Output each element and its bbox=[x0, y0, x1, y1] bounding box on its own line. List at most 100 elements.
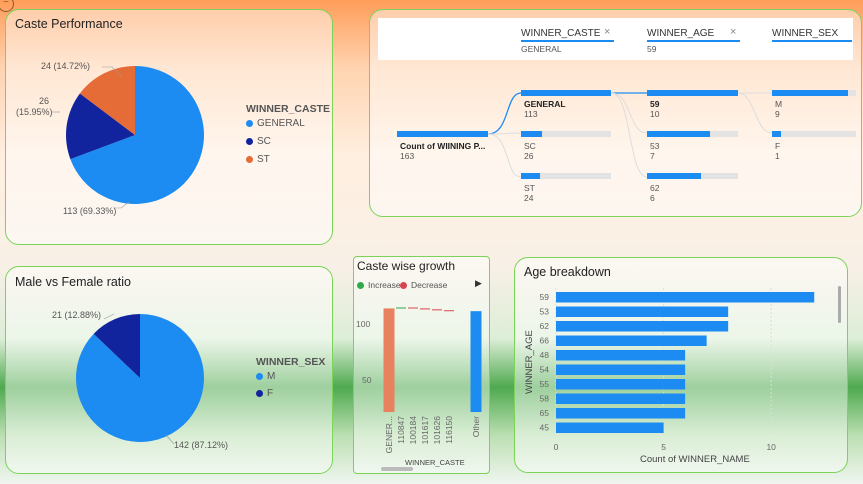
tree-connector bbox=[737, 92, 773, 134]
tree-node-label: F bbox=[775, 141, 781, 151]
legend-item-general[interactable]: GENERAL bbox=[246, 118, 305, 129]
tree-node-label: 59 bbox=[650, 99, 660, 109]
waterfall-bar[interactable] bbox=[383, 308, 395, 412]
tree-node-bar-track bbox=[772, 131, 856, 137]
age-bar[interactable] bbox=[556, 292, 815, 303]
age-bar[interactable] bbox=[556, 335, 707, 347]
sex-pie-chart[interactable]: 21 (12.88%) 142 (87.12%) bbox=[6, 267, 332, 473]
x-tick-label: 5 bbox=[661, 442, 666, 452]
tree-node-value: 1 bbox=[775, 151, 780, 161]
pie-leader-line bbox=[165, 434, 175, 445]
waterfall-bar[interactable] bbox=[444, 310, 454, 312]
y-tick-label: 45 bbox=[540, 423, 550, 433]
tree-node-label: M bbox=[775, 99, 783, 109]
tree-node-value: 9 bbox=[775, 109, 780, 119]
tree-connector-active bbox=[487, 92, 522, 135]
y-tick-label: 62 bbox=[540, 321, 550, 331]
x-tick-label: Other bbox=[471, 416, 481, 437]
tree-node-label: ST bbox=[524, 183, 535, 193]
pie-leader-line bbox=[103, 313, 115, 320]
x-tick-label: 101626 bbox=[432, 416, 442, 445]
legend-dot bbox=[246, 120, 253, 127]
tree-node-bar[interactable] bbox=[772, 131, 781, 137]
tree-root-label: Count of WIINING P... bbox=[400, 141, 486, 151]
tree-node-label: 62 bbox=[650, 183, 660, 193]
tree-node-bar[interactable] bbox=[521, 90, 611, 96]
pie-label-general: 113 (69.33%) bbox=[63, 206, 116, 216]
tree-node-value: 10 bbox=[650, 109, 660, 119]
age-bar[interactable] bbox=[556, 408, 686, 419]
y-tick-label: 65 bbox=[540, 408, 550, 418]
tree-node-bar[interactable] bbox=[647, 131, 710, 137]
age-bar[interactable] bbox=[556, 321, 729, 332]
tree-node-bar[interactable] bbox=[647, 90, 738, 96]
x-axis-title: WINNER_CASTE bbox=[405, 458, 465, 467]
legend-dot bbox=[246, 156, 253, 163]
y-tick-label: 100 bbox=[356, 319, 370, 329]
horizontal-scrollbar[interactable] bbox=[381, 467, 413, 471]
age-bar[interactable] bbox=[556, 364, 686, 376]
tree-node-bar[interactable] bbox=[772, 90, 848, 96]
waterfall-bar[interactable] bbox=[408, 307, 418, 309]
legend-item-sc[interactable]: SC bbox=[246, 136, 271, 147]
tree-node-value: 7 bbox=[650, 151, 655, 161]
y-tick-label: 50 bbox=[362, 375, 372, 385]
age-bar[interactable] bbox=[556, 350, 686, 361]
caste-growth-card: Caste wise growth Increase Decrease ▶ 10… bbox=[353, 256, 490, 474]
tree-node-label: GENERAL bbox=[524, 99, 566, 109]
legend-item-m[interactable]: M bbox=[256, 371, 275, 382]
x-tick-label: 101617 bbox=[420, 416, 430, 445]
vertical-scrollbar[interactable] bbox=[838, 286, 841, 323]
waterfall-bar[interactable] bbox=[420, 308, 430, 310]
legend-item-st[interactable]: ST bbox=[246, 154, 270, 165]
tree-root-value: 163 bbox=[400, 151, 415, 161]
y-tick-label: 59 bbox=[540, 292, 550, 302]
caste-waterfall-chart[interactable]: 100 50 WINNER_CASTE GENER... 110847 100184… bbox=[354, 257, 489, 473]
y-tick-label: 66 bbox=[540, 336, 550, 346]
x-axis-title: Count of WINNER_NAME bbox=[640, 454, 750, 465]
tree-connector bbox=[487, 133, 522, 178]
pie-label-m: 142 (87.12%) bbox=[174, 440, 228, 450]
y-tick-label: 54 bbox=[540, 365, 550, 375]
age-bar[interactable] bbox=[556, 422, 664, 434]
x-tick-label: 110847 bbox=[396, 416, 406, 444]
legend-dot bbox=[246, 138, 253, 145]
tree-node-bar[interactable] bbox=[521, 173, 540, 179]
tree-node-label: SC bbox=[524, 141, 536, 151]
pie-label-sc-value: 26 bbox=[39, 96, 49, 106]
tree-node-value: 24 bbox=[524, 193, 534, 203]
y-tick-label: 58 bbox=[540, 394, 550, 404]
y-tick-label: 55 bbox=[540, 379, 550, 389]
sex-ratio-card: Male vs Female ratio 21 (12.88%) 142 (87… bbox=[5, 266, 333, 474]
y-tick-label: 48 bbox=[540, 350, 550, 360]
tree-node-value: 113 bbox=[524, 109, 538, 119]
legend-dot bbox=[256, 390, 263, 397]
tree-node-bar[interactable] bbox=[647, 173, 701, 179]
y-tick-label: 53 bbox=[540, 307, 550, 317]
sex-legend-title: WINNER_SEX bbox=[256, 356, 326, 368]
caste-legend-title: WINNER_CASTE bbox=[246, 103, 331, 115]
waterfall-bar[interactable] bbox=[470, 311, 482, 412]
pie-label-st: 24 (14.72%) bbox=[41, 61, 90, 71]
x-tick-label: 10 bbox=[766, 442, 776, 452]
x-tick-label: 100184 bbox=[408, 416, 418, 445]
legend-item-f[interactable]: F bbox=[256, 388, 273, 399]
x-tick-label: GENER... bbox=[384, 416, 394, 453]
tree-root-bar[interactable] bbox=[397, 131, 488, 137]
age-bar-chart[interactable]: WINNER_AGE Count of WINNER_NAME 0 5 10 59 53… bbox=[515, 258, 847, 472]
tree-node-bar[interactable] bbox=[521, 131, 542, 137]
tree-connector bbox=[610, 92, 648, 134]
age-bar[interactable] bbox=[556, 306, 729, 318]
tree-connector bbox=[610, 92, 648, 178]
x-tick-label: 0 bbox=[554, 442, 559, 452]
y-axis-title: WINNER_AGE bbox=[524, 330, 535, 394]
age-breakdown-card: Age breakdown WINNER_AGE Count of WINNER… bbox=[514, 257, 848, 473]
tree-connectors bbox=[487, 92, 773, 178]
pie-label-f: 21 (12.88%) bbox=[52, 310, 101, 320]
waterfall-bar[interactable] bbox=[396, 307, 406, 309]
age-bar[interactable] bbox=[556, 379, 686, 390]
tree-node-value: 6 bbox=[650, 193, 655, 203]
caste-performance-card: Caste Performance 24 (14.72%) 26 (15.95%… bbox=[5, 9, 333, 245]
waterfall-bar[interactable] bbox=[432, 309, 442, 311]
age-bar[interactable] bbox=[556, 393, 686, 405]
